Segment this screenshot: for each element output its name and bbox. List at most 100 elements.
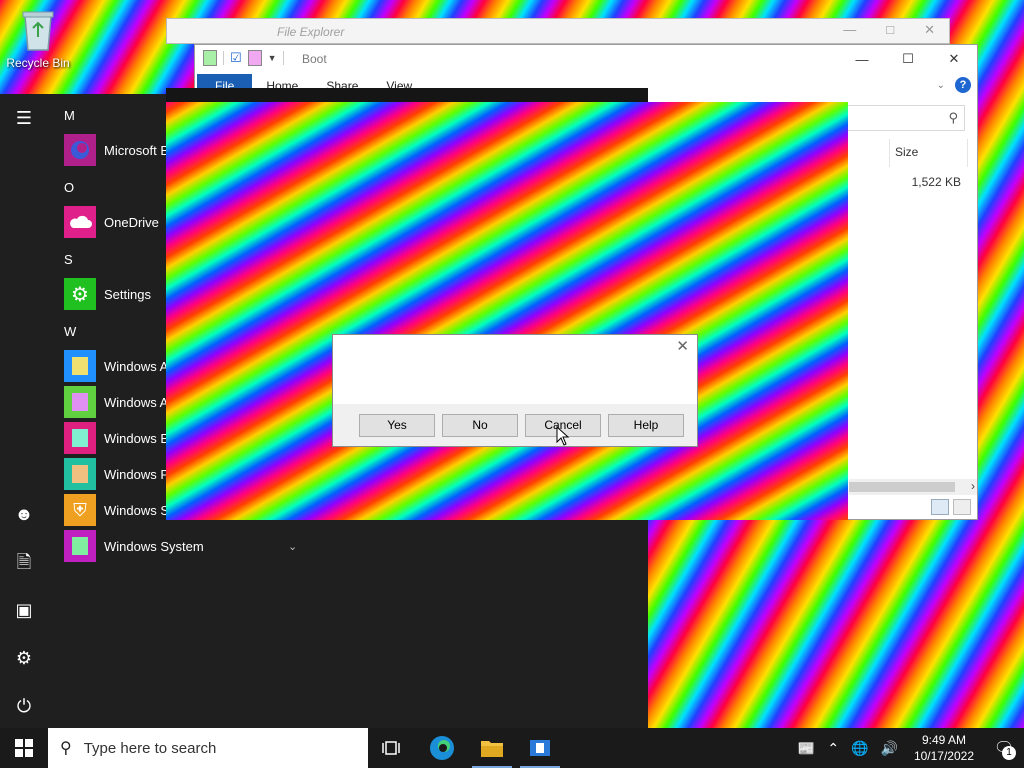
task-view-button[interactable] xyxy=(368,728,416,768)
rainbow-overlay-window xyxy=(166,102,848,520)
app-settings[interactable]: ⚙ Settings xyxy=(64,278,151,310)
pictures-icon[interactable]: ▣ xyxy=(12,598,36,622)
user-account-icon[interactable]: ☻ xyxy=(12,502,36,526)
dialog-button-area: Yes No Cancel Help xyxy=(333,404,697,446)
folder-icon xyxy=(64,458,96,490)
maximize-button[interactable]: ☐ xyxy=(885,45,931,73)
maximize-icon[interactable]: □ xyxy=(886,22,894,38)
minimize-icon: — xyxy=(855,51,869,67)
chevron-up-icon[interactable]: ⌃ xyxy=(827,740,839,757)
letter-header-m[interactable]: M xyxy=(64,108,75,123)
settings-icon: ⚙ xyxy=(64,278,96,310)
file-explorer-window-back[interactable]: File Explorer — □ ✕ xyxy=(166,18,950,44)
close-icon[interactable]: ✕ xyxy=(924,22,935,38)
no-button[interactable]: No xyxy=(442,414,518,437)
horizontal-scrollbar[interactable]: › xyxy=(849,479,977,495)
app-microsoft-edge[interactable]: Microsoft Ec xyxy=(64,134,176,166)
column-divider[interactable] xyxy=(967,139,968,167)
window-title: Boot xyxy=(302,52,327,66)
settings-gear-icon[interactable]: ⚙ xyxy=(12,646,36,670)
app-windows-accessories[interactable]: Windows Ac xyxy=(64,350,175,382)
minimize-icon[interactable]: — xyxy=(843,22,856,38)
mouse-cursor-icon xyxy=(556,426,570,446)
close-button[interactable]: ✕ xyxy=(931,45,977,73)
explorer-titlebar[interactable]: ☑ ▼ Boot — ☐ ✕ xyxy=(195,45,977,73)
folder-icon[interactable] xyxy=(203,50,217,66)
volume-icon[interactable]: 🔊 xyxy=(881,740,898,757)
letter-header-s[interactable]: S xyxy=(64,252,73,267)
chevron-down-icon[interactable]: ▼ xyxy=(268,53,277,63)
folder-icon xyxy=(64,386,96,418)
scroll-right-icon[interactable]: › xyxy=(971,479,975,493)
help-button[interactable]: Help xyxy=(608,414,684,437)
folder-icon xyxy=(481,741,503,757)
scrollbar-thumb[interactable] xyxy=(849,482,955,492)
action-center-button[interactable]: 🗨 1 xyxy=(984,728,1024,768)
minimize-button[interactable]: — xyxy=(839,45,885,73)
app-windows-security[interactable]: ⛨ Windows Se xyxy=(64,494,176,526)
taskbar-app-window-button[interactable] xyxy=(516,728,564,768)
checkbox-icon[interactable]: ☑ xyxy=(230,50,242,66)
column-divider[interactable] xyxy=(889,139,890,167)
message-dialog[interactable]: ✕ Yes No Cancel Help xyxy=(332,334,698,447)
glitch-artifact xyxy=(166,88,648,102)
toolbar-separator xyxy=(223,51,224,65)
folder-icon xyxy=(64,530,96,562)
large-icons-view-icon[interactable] xyxy=(953,499,971,515)
letter-header-w[interactable]: W xyxy=(64,324,76,339)
taskbar: ⚲ 📰 ⌃ 🌐 🔊 9:49 AM 10/17/2022 🗨 xyxy=(0,728,1024,768)
hamburger-menu-icon[interactable]: ☰ xyxy=(12,106,36,130)
clock[interactable]: 9:49 AM 10/17/2022 xyxy=(914,732,974,764)
app-name: Windows Ac xyxy=(104,358,175,374)
recycle-bin-shortcut[interactable]: Recycle Bin xyxy=(6,10,70,70)
notification-count: 1 xyxy=(1002,746,1016,760)
search-input[interactable] xyxy=(83,739,344,757)
taskbar-file-explorer-button[interactable] xyxy=(468,728,516,768)
edge-icon xyxy=(64,134,96,166)
app-windows-administrative[interactable]: Windows Ac xyxy=(64,386,175,418)
task-view-icon xyxy=(382,741,400,755)
app-name: Windows Ac xyxy=(104,394,175,410)
help-icon[interactable]: ? xyxy=(955,77,971,93)
recycle-bin-icon xyxy=(22,11,54,51)
back-window-title: File Explorer xyxy=(277,25,345,39)
folder-icon xyxy=(64,350,96,382)
app-name: Microsoft Ec xyxy=(104,142,176,158)
expand-ribbon-icon[interactable]: ⌄ xyxy=(937,80,945,91)
app-name: Windows System xyxy=(104,538,204,554)
search-input[interactable]: ⚲ xyxy=(841,105,965,131)
app-window-icon xyxy=(530,740,550,756)
windows-logo-icon xyxy=(15,739,33,757)
news-icon[interactable]: 📰 xyxy=(798,740,815,757)
details-view-icon[interactable] xyxy=(931,499,949,515)
app-windows-powershell[interactable]: Windows Po xyxy=(64,458,176,490)
shield-icon: ⛨ xyxy=(64,494,96,526)
column-header-size[interactable]: Size xyxy=(895,145,918,159)
file-size-cell: 1,522 KB xyxy=(911,175,961,189)
quick-access-toolbar: ☑ ▼ xyxy=(203,50,284,66)
taskbar-search[interactable]: ⚲ xyxy=(48,728,368,768)
app-name: OneDrive xyxy=(104,214,159,230)
network-icon[interactable]: 🌐 xyxy=(851,740,868,757)
clock-time: 9:49 AM xyxy=(921,733,966,747)
folder-icon xyxy=(64,422,96,454)
cloud-icon xyxy=(64,206,96,238)
recycle-bin-label: Recycle Bin xyxy=(6,56,70,70)
power-icon[interactable]: ⏻ xyxy=(12,694,36,718)
toolbar-separator xyxy=(282,51,284,65)
documents-icon[interactable]: 🗎 xyxy=(12,550,36,574)
chevron-down-icon[interactable]: ⌄ xyxy=(288,540,297,553)
letter-header-o[interactable]: O xyxy=(64,180,74,195)
taskbar-edge-button[interactable] xyxy=(418,728,466,768)
start-button[interactable] xyxy=(0,728,48,768)
new-folder-icon[interactable] xyxy=(247,50,262,66)
start-rail: ☰ ☻ 🗎 ▣ ⚙ ⏻ xyxy=(0,94,48,728)
app-windows-ease-of-access[interactable]: Windows Ea xyxy=(64,422,176,454)
yes-button[interactable]: Yes xyxy=(359,414,435,437)
system-tray: 📰 ⌃ 🌐 🔊 9:49 AM 10/17/2022 🗨 1 xyxy=(792,728,1024,768)
app-onedrive[interactable]: OneDrive xyxy=(64,206,159,238)
edge-icon xyxy=(430,736,454,760)
dialog-close-icon[interactable]: ✕ xyxy=(676,337,689,355)
app-windows-system[interactable]: Windows System ⌄ xyxy=(64,530,297,562)
search-icon: ⚲ xyxy=(948,110,958,125)
